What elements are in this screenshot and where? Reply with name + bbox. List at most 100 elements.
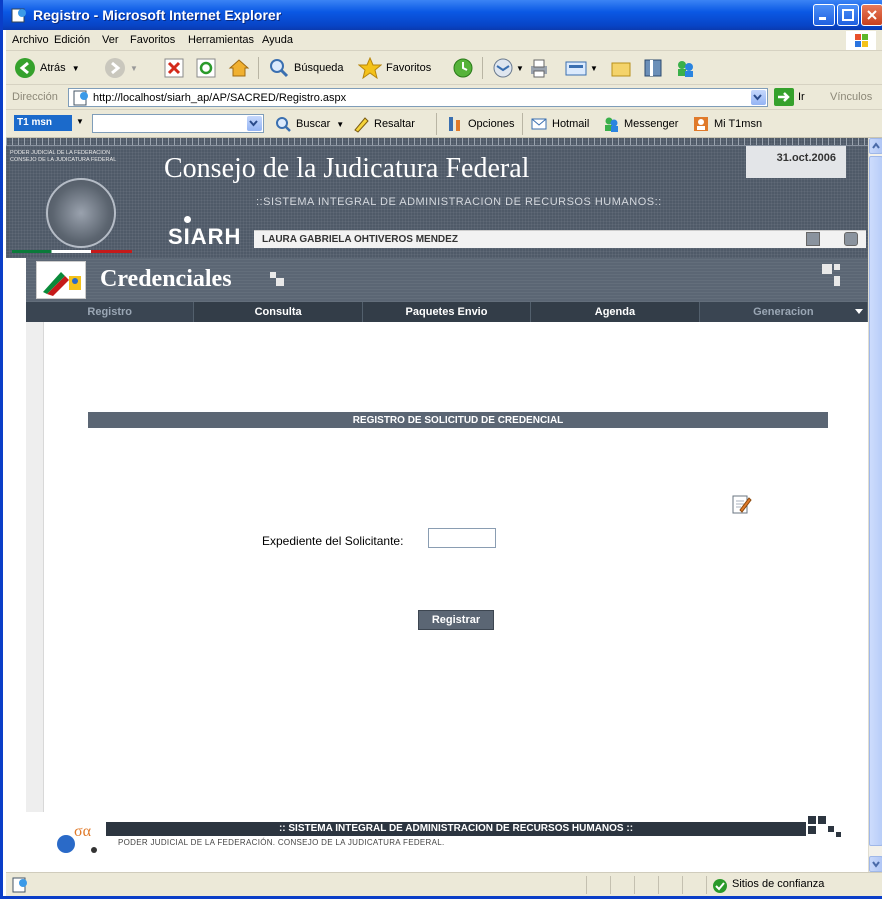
close-button[interactable] (861, 4, 882, 26)
menu-bar: Archivo Edición Ver Favoritos Herramient… (6, 30, 882, 51)
scroll-up-icon[interactable] (869, 138, 882, 154)
stop-button[interactable] (164, 56, 184, 80)
section-title: REGISTRO DE SOLICITUD DE CREDENCIAL (88, 412, 828, 428)
nav-dropdown-icon[interactable] (855, 309, 864, 314)
expediente-input[interactable] (428, 528, 496, 548)
credentials-logo (36, 261, 86, 299)
mail-button[interactable]: ▼ (492, 56, 524, 80)
msn-search-button[interactable]: Buscar ▼ (274, 112, 344, 136)
msn-logo[interactable]: T1 msn (14, 115, 72, 131)
page-icon (73, 90, 88, 106)
hotmail-button[interactable]: Hotmail (530, 112, 589, 136)
msn-dropdown-icon[interactable]: ▼ (76, 117, 84, 126)
go-button[interactable]: Ir (798, 91, 805, 103)
msn-search-dropdown-icon[interactable] (247, 116, 262, 131)
home-button[interactable] (228, 56, 250, 80)
side-rail (26, 322, 44, 812)
highlight-button[interactable]: Resaltar (352, 112, 415, 136)
nav-item-registro[interactable]: Registro (26, 302, 195, 322)
expediente-label: Expediente del Solicitante: (262, 534, 404, 548)
address-dropdown-icon[interactable] (751, 90, 766, 105)
title-bar[interactable]: Registro - Microsoft Internet Explorer (3, 0, 882, 30)
back-dropdown-icon[interactable]: ▼ (72, 64, 80, 73)
nav-item-agenda[interactable]: Agenda (531, 302, 700, 322)
trusted-zone-icon (713, 879, 727, 893)
mi-t1msn-link[interactable]: Mi T1msn (692, 112, 762, 136)
windows-logo (846, 31, 876, 50)
messenger-buddy-icon (605, 117, 618, 132)
footer-org-text: PODER JUDICIAL DE LA FEDERACIÓN. CONSEJO… (118, 838, 445, 847)
user-name: LAURA GABRIELA OHTIVEROS MENDEZ (262, 234, 458, 245)
favorites-button[interactable]: Favoritos (358, 56, 431, 80)
history-button[interactable] (452, 56, 474, 80)
messenger-link[interactable]: Messenger (602, 112, 678, 136)
discuss-button[interactable] (610, 56, 632, 80)
search-button[interactable]: Búsqueda (268, 56, 344, 80)
page-viewport: PODER JUDICIAL DE LA FEDERACION CONSEJO … (6, 138, 868, 872)
edit-dropdown-icon[interactable]: ▼ (590, 64, 598, 73)
browser-window: Registro - Microsoft Internet Explorer A… (0, 0, 882, 899)
home-icon[interactable] (806, 232, 820, 246)
forward-dropdown-icon[interactable]: ▼ (130, 64, 138, 73)
links-button[interactable]: Vínculos (830, 91, 872, 103)
edit-document-icon[interactable] (730, 492, 752, 516)
ie-page-icon (11, 8, 26, 23)
go-arrow-icon[interactable] (774, 88, 794, 106)
maximize-icon (842, 9, 854, 21)
edit-button[interactable]: ▼ (564, 56, 598, 80)
messenger-people-icon (678, 61, 693, 77)
address-label: Dirección (12, 91, 58, 103)
scroll-down-icon[interactable] (869, 856, 882, 872)
forward-button[interactable]: ▼ (104, 56, 138, 80)
address-input[interactable]: http://localhost/siarh_ap/AP/SACRED/Regi… (68, 88, 768, 107)
standard-toolbar: Atrás ▼ ▼ Búsqueda Favoritos ▼ ▼ (6, 51, 882, 85)
nav-item-generacion[interactable]: Generacion (699, 302, 868, 322)
messenger-label: Messenger (624, 118, 679, 130)
favorites-label: Favoritos (386, 62, 432, 74)
window-title: Registro - Microsoft Internet Explorer (33, 7, 282, 23)
minimize-button[interactable] (813, 4, 835, 26)
maximize-button[interactable] (837, 4, 859, 26)
status-bar: Sitios de confianza (6, 872, 882, 896)
edit-page-icon (565, 61, 587, 76)
print-button[interactable] (528, 56, 550, 80)
msn-search-label: Buscar (296, 118, 331, 130)
msn-search-input[interactable] (92, 114, 264, 133)
vertical-scrollbar[interactable] (868, 138, 882, 872)
options-button[interactable]: Opciones (446, 112, 514, 136)
page-status-icon (12, 877, 27, 893)
refresh-button[interactable] (196, 56, 216, 80)
pixel-decoration (834, 276, 840, 286)
date-box: 31.oct.2006 (746, 146, 846, 178)
footer-logo-icon: σα (57, 823, 97, 853)
menu-favoritos[interactable]: Favoritos (130, 34, 175, 46)
msn-search-menu-icon[interactable]: ▼ (336, 120, 344, 129)
messenger-button[interactable] (674, 56, 696, 80)
pixel-decoration (822, 264, 832, 274)
pixel-decoration (834, 264, 840, 270)
nav-item-consulta[interactable]: Consulta (194, 302, 363, 322)
current-date: 31.oct.2006 (776, 152, 836, 164)
mail-dropdown-icon[interactable]: ▼ (516, 64, 524, 73)
menu-ayuda[interactable]: Ayuda (262, 34, 293, 46)
highlight-label: Resaltar (374, 118, 415, 130)
user-icon (694, 117, 708, 131)
menu-edicion[interactable]: Edición (54, 34, 90, 46)
registrar-button[interactable]: Registrar (418, 610, 494, 630)
scroll-thumb[interactable] (869, 156, 882, 846)
menu-ver[interactable]: Ver (102, 34, 119, 46)
help-icon[interactable] (844, 232, 858, 246)
highlighter-icon (354, 117, 369, 133)
menu-archivo[interactable]: Archivo (12, 34, 49, 46)
back-button[interactable]: Atrás ▼ (14, 56, 80, 80)
svg-text:σα: σα (74, 823, 92, 840)
research-button[interactable] (642, 56, 664, 80)
mail-icon (493, 58, 513, 78)
flag-strip (12, 250, 132, 253)
windows-flag-icon (855, 34, 868, 47)
nav-item-paquetes-envio[interactable]: Paquetes Envio (363, 302, 532, 322)
menu-herramientas[interactable]: Herramientas (188, 34, 254, 46)
national-seal-icon (46, 178, 116, 248)
nav-menu: Registro Consulta Paquetes Envio Agenda … (26, 302, 868, 322)
msn-search-icon (276, 117, 291, 132)
